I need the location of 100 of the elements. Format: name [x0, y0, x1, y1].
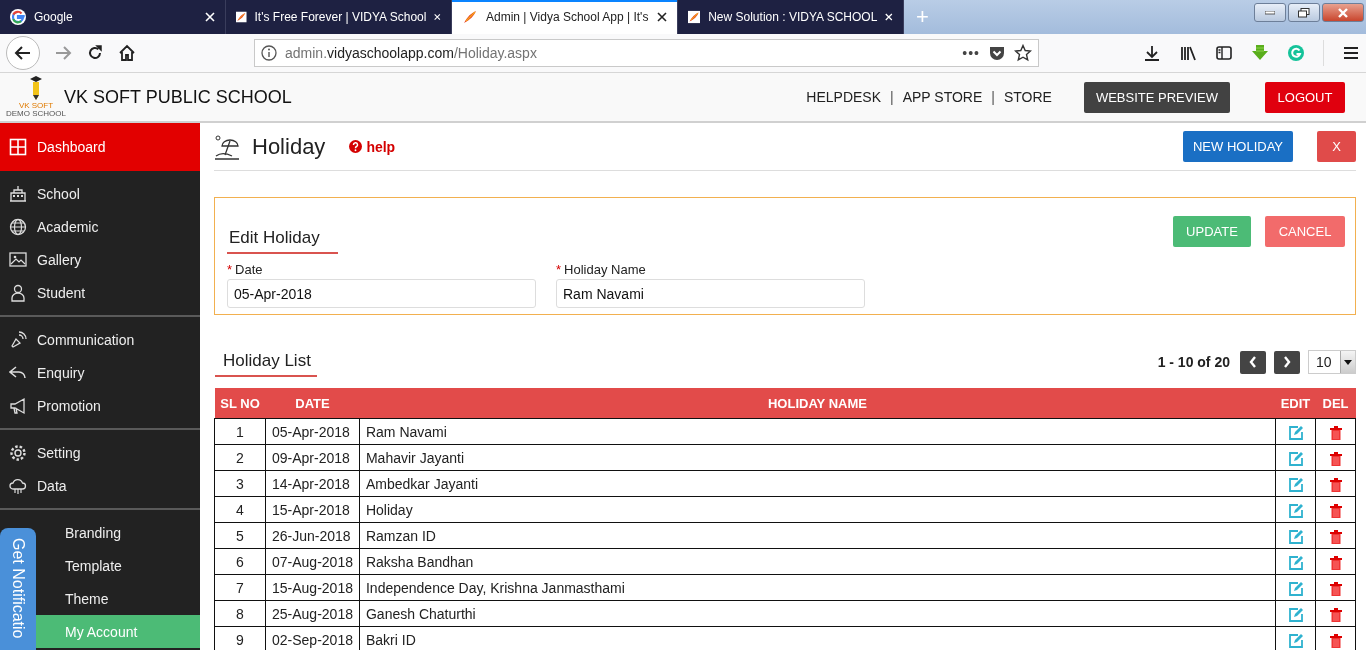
grid-icon	[9, 138, 27, 156]
page-title: Holiday	[252, 133, 326, 160]
table-cell: 05-Apr-2018	[265, 418, 360, 445]
address-bar[interactable]: admin.vidyaschoolapp.com/Holiday.aspx •••	[254, 39, 1039, 67]
table-cell: Independence Day, Krishna Janmasthami	[359, 574, 1276, 601]
previous-page-button[interactable]	[1240, 350, 1266, 374]
sidebar-item[interactable]: Dashboard	[0, 123, 200, 171]
logout-button[interactable]: LOGOUT	[1265, 81, 1345, 113]
sidebar-item[interactable]: School	[0, 177, 200, 210]
minimize-icon	[1265, 10, 1275, 15]
menu-icon[interactable]	[1342, 44, 1360, 62]
table-cell: Ganesh Chaturthi	[359, 600, 1276, 627]
sidebar-item[interactable]: Data	[0, 469, 200, 502]
trash-icon[interactable]	[1329, 633, 1342, 648]
download-arrow-icon[interactable]	[1251, 44, 1269, 62]
close-icon[interactable]	[657, 12, 667, 22]
separator-text: |	[890, 89, 894, 105]
image-icon	[9, 250, 27, 269]
nav-link[interactable]: HELPDESK	[806, 89, 882, 105]
browser-tab[interactable]: Admin | Vidya School App | It's	[452, 0, 678, 34]
sidebar-item[interactable]: Promotion	[0, 389, 200, 422]
logo-text: DEMO SCHOOL	[6, 110, 66, 118]
building-icon	[9, 184, 27, 203]
table-cell: Mahavir Jayanti	[359, 444, 1276, 471]
column-header: HOLIDAY NAME	[359, 388, 1276, 419]
sidebar-item[interactable]: Branding	[36, 516, 200, 549]
input-field[interactable]: Ram Navami	[556, 279, 865, 308]
sidebar-icon[interactable]	[1215, 44, 1233, 62]
sidebar-item[interactable]: Theme	[36, 582, 200, 615]
dropdown-arrow-icon	[1344, 359, 1352, 365]
browser-tab[interactable]: It's Free Forever | VIDYA School	[226, 0, 452, 34]
trash-icon[interactable]	[1329, 555, 1342, 570]
close-button[interactable]: X	[1317, 131, 1356, 162]
close-icon	[1337, 7, 1349, 18]
help-link[interactable]: help	[349, 138, 396, 155]
megaphone-icon	[9, 396, 27, 415]
list-title: Holiday List	[215, 347, 317, 377]
sidebar-item[interactable]: Template	[36, 549, 200, 582]
input-field[interactable]: 05-Apr-2018	[227, 279, 536, 308]
satellite-icon	[9, 330, 27, 349]
restore-icon	[1298, 7, 1310, 18]
back-arrow-icon	[14, 44, 32, 62]
table-cell: 7	[214, 574, 266, 601]
table-cell: 2	[214, 444, 266, 471]
browser-tab[interactable]: Google	[0, 0, 226, 34]
forward-arrow-icon[interactable]	[54, 44, 72, 62]
reload-icon[interactable]	[86, 44, 104, 62]
sidebar-item[interactable]: Enquiry	[0, 356, 200, 389]
info-icon[interactable]	[261, 45, 277, 61]
download-icon[interactable]	[1143, 44, 1161, 62]
table-cell: 15-Apr-2018	[265, 496, 360, 523]
sidebar-item[interactable]: Setting	[0, 436, 200, 469]
trash-icon[interactable]	[1329, 477, 1342, 492]
next-page-button[interactable]	[1274, 350, 1300, 374]
beach-umbrella-icon	[214, 133, 240, 160]
page-size-select[interactable]: 10	[1308, 350, 1356, 374]
form-title: Edit Holiday	[227, 222, 338, 254]
trash-icon[interactable]	[1329, 451, 1342, 466]
nav-link[interactable]: APP STORE	[902, 89, 983, 105]
sidebar-item[interactable]: Academic	[0, 210, 200, 243]
trash-icon[interactable]	[1329, 529, 1342, 544]
close-window-button[interactable]	[1322, 3, 1364, 22]
trash-icon[interactable]	[1329, 503, 1342, 518]
browser-tab[interactable]: New Solution : VIDYA SCHOOL	[678, 0, 904, 34]
feather-icon	[462, 9, 478, 25]
home-icon[interactable]	[118, 44, 136, 62]
table-cell: 09-Apr-2018	[265, 444, 360, 471]
table-cell: 26-Jun-2018	[265, 522, 360, 549]
chevron-right-icon	[1283, 356, 1291, 368]
trash-icon[interactable]	[1329, 607, 1342, 622]
logo-text: VK SOFT	[18, 102, 54, 110]
page-range: 1 - 10 of 20	[1157, 354, 1230, 370]
nav-link[interactable]: STORE	[1003, 89, 1052, 105]
library-icon[interactable]	[1179, 44, 1197, 62]
website-preview-button[interactable]: WEBSITE PREVIEW	[1083, 81, 1230, 113]
sidebar-item[interactable]: Gallery	[0, 243, 200, 276]
star-icon[interactable]	[1014, 44, 1032, 62]
table-cell: 14-Apr-2018	[265, 470, 360, 497]
sidebar-item[interactable]: Student	[0, 276, 200, 309]
help-icon	[349, 140, 363, 153]
table-cell: Raksha Bandhan	[359, 548, 1276, 575]
table-cell: Ramzan ID	[359, 522, 1276, 549]
chevron-left-icon	[1249, 356, 1257, 368]
back-button[interactable]	[6, 36, 40, 70]
field-label: * Date	[227, 262, 264, 277]
trash-icon[interactable]	[1329, 581, 1342, 596]
pocket-icon[interactable]	[988, 44, 1006, 62]
trash-icon[interactable]	[1329, 425, 1342, 440]
page-actions-button[interactable]: •••	[962, 45, 980, 61]
sidebar-item[interactable]: Communication	[0, 323, 200, 356]
table-cell: 07-Aug-2018	[265, 548, 360, 575]
separator-text: |	[991, 89, 995, 105]
restore-button[interactable]	[1288, 3, 1320, 22]
table-cell: 8	[214, 600, 266, 627]
table-cell: 6	[214, 548, 266, 575]
table-cell: 3	[214, 470, 266, 497]
url-text: admin.vidyaschoolapp.com/Holiday.aspx	[285, 45, 538, 61]
gear-icon	[9, 443, 27, 462]
table-cell: 1	[214, 418, 266, 445]
new-holiday-button[interactable]: NEW HOLIDAY	[1183, 131, 1293, 162]
